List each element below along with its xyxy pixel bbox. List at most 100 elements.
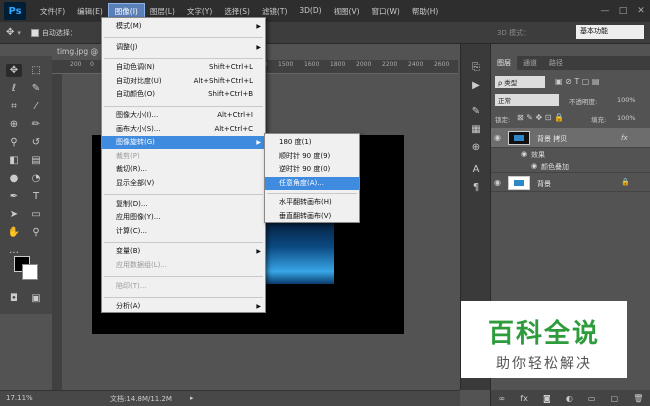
crop-tool-icon[interactable]: ⌗ [6, 100, 22, 113]
layers-footer-icon[interactable]: ▭ [588, 394, 596, 403]
layers-footer-icon[interactable]: ◙ [543, 394, 551, 403]
lasso-tool-icon[interactable]: ℓ [6, 82, 22, 95]
menu-item[interactable]: 应用图像(Y)... [102, 211, 265, 224]
layers-footer-icon[interactable]: ▢ [611, 394, 619, 403]
history-brush-tool-icon[interactable]: ↺ [28, 136, 44, 149]
paragraph-icon[interactable]: ¶ [467, 182, 485, 196]
fx-badge[interactable]: fx [621, 134, 628, 142]
menu-item[interactable]: 图像旋转(G) ▶ [102, 136, 265, 150]
eyedropper-tool-icon[interactable]: ⁄ [28, 100, 44, 113]
menu-item[interactable]: 图像大小(I)... Alt+Ctrl+I [102, 109, 265, 122]
menu-item[interactable]: 裁切(R)... [102, 163, 265, 176]
quick-select-tool-icon[interactable]: ✎ [28, 82, 44, 95]
blend-mode-select[interactable]: 正常 [495, 94, 559, 106]
menu-item[interactable]: 顺时针 90 度(9) [265, 150, 359, 163]
marquee-tool-icon[interactable]: ⬚ [28, 64, 44, 77]
menu-item[interactable]: 自动对比度(U) Alt+Shift+Ctrl+L [102, 75, 265, 88]
layers-footer-icon[interactable]: ∞ [499, 394, 506, 403]
stamp-tool-icon[interactable]: ⚲ [6, 136, 22, 149]
layers-footer-icon[interactable]: ◐ [566, 394, 573, 403]
actions-icon[interactable]: ▶ [467, 80, 485, 94]
effect-eye-icon[interactable]: ◉ [531, 162, 537, 170]
auto-select-checkbox[interactable] [30, 28, 39, 37]
menu-item-label: 计算(C)... [116, 226, 148, 235]
panel-tabs: 图层 通道 路径 [491, 56, 650, 70]
gradient-tool-icon[interactable]: ▤ [28, 154, 44, 167]
hand-tool-icon[interactable]: ✋ [6, 226, 22, 239]
menu-item[interactable]: 模式(M) ▶ [102, 20, 265, 33]
menu-item[interactable]: 调整(J) ▶ [102, 41, 265, 54]
layers-footer-icon[interactable]: 🗑 [633, 394, 643, 403]
workspace-select[interactable]: 基本功能 [576, 25, 644, 39]
filter-icons[interactable]: ▣ ⊘ T ▢ ▤ [555, 77, 599, 86]
close-button[interactable]: ✕ [632, 6, 650, 16]
chevron-right-icon[interactable]: ▸ [190, 394, 194, 402]
menu-item[interactable]: 任意角度(A)... [265, 176, 359, 190]
brush-settings-icon[interactable]: ✎ [467, 106, 485, 120]
menu-separator [104, 57, 263, 59]
menu-0[interactable]: 文件(F) [34, 4, 71, 19]
menu-item[interactable]: 变量(B) ▶ [102, 245, 265, 258]
history-icon[interactable]: ⎘ [467, 62, 485, 76]
menu-item[interactable]: 垂直翻转画布(V) [265, 210, 359, 223]
zoom-tool-icon[interactable]: ⚲ [28, 226, 44, 239]
menu-item[interactable]: 自动色调(N) Shift+Ctrl+L [102, 61, 265, 74]
document-tab[interactable]: timg.jpg @ [52, 44, 104, 60]
brush-presets-icon[interactable]: ▦ [467, 124, 485, 138]
menu-item[interactable]: 自动颜色(O) Shift+Ctrl+B [102, 88, 265, 101]
tab-layers[interactable]: 图层 [491, 56, 517, 70]
menu-item[interactable]: 复制(D)... [102, 198, 265, 211]
menu-separator [104, 37, 263, 39]
layer-background[interactable]: ◉ 背景 🔒 [491, 172, 650, 192]
menu-item-label: 裁切(R)... [116, 165, 148, 174]
character-icon[interactable]: A [467, 164, 485, 178]
rectangle-tool-icon[interactable]: ▭ [28, 208, 44, 221]
tab-paths[interactable]: 路径 [543, 56, 569, 70]
path-select-tool-icon[interactable]: ➤ [6, 208, 22, 221]
menu-item[interactable]: 逆时针 90 度(0) [265, 163, 359, 176]
chevron-down-icon[interactable]: ▾ [17, 29, 21, 37]
menu-10[interactable]: 帮助(H) [406, 4, 445, 19]
brush-tool-icon[interactable]: ✏ [28, 118, 44, 131]
menu-8[interactable]: 视图(V) [328, 4, 366, 19]
opacity-value[interactable]: 100% [617, 96, 636, 104]
document-size: 文档:14.8M/11.2M [110, 395, 172, 403]
menu-shortcut: Shift+Ctrl+B [208, 90, 253, 99]
move-tool-icon[interactable]: ✥ [6, 64, 22, 77]
type-tool-icon[interactable]: T [28, 190, 44, 203]
menu-item[interactable]: 180 度(1) [265, 136, 359, 149]
tab-channels[interactable]: 通道 [517, 56, 543, 70]
menu-7[interactable]: 3D(D) [293, 4, 327, 19]
menu-9[interactable]: 窗口(W) [366, 4, 406, 19]
quick-mask-icon[interactable]: ◘ [6, 292, 22, 305]
background-color-swatch[interactable] [22, 264, 38, 280]
visibility-eye-icon[interactable]: ◉ [494, 133, 501, 142]
clone-source-icon[interactable]: ⊕ [467, 142, 485, 156]
menu-item[interactable]: 分析(A) ▶ [102, 300, 265, 313]
dodge-tool-icon[interactable]: ◔ [28, 172, 44, 185]
effect-color-overlay[interactable]: 颜色叠加 [541, 162, 569, 172]
ruler-tick: 1500 [278, 61, 294, 68]
maximize-button[interactable]: □ [614, 6, 632, 16]
layers-footer-icon[interactable]: fx [520, 394, 528, 403]
menu-item[interactable]: 计算(C)... [102, 225, 265, 238]
zoom-level[interactable]: 17.11% [6, 394, 33, 402]
visibility-eye-icon[interactable]: ◉ [494, 178, 501, 187]
menu-item[interactable]: 画布大小(S)... Alt+Ctrl+C [102, 123, 265, 136]
layer-name: 背景 [537, 180, 551, 188]
effects-eye-icon[interactable]: ◉ [521, 150, 527, 158]
menu-item[interactable]: 水平翻转画布(H) [265, 196, 359, 209]
lock-icons[interactable]: ⊠ ✎ ✥ ⊡ 🔒 [517, 113, 564, 122]
eraser-tool-icon[interactable]: ◧ [6, 154, 22, 167]
blur-tool-icon[interactable]: ● [6, 172, 22, 185]
healing-tool-icon[interactable]: ⊕ [6, 118, 22, 131]
menu-item-label: 任意角度(A)... [279, 178, 324, 187]
layer-kind-filter[interactable]: ρ 类型 [495, 76, 545, 88]
screen-mode-icon[interactable]: ▣ [28, 292, 44, 305]
fill-value[interactable]: 100% [617, 114, 636, 122]
menu-item[interactable]: 显示全部(V) [102, 177, 265, 190]
layer-background-copy[interactable]: ◉ 背景 拷贝 fx [491, 128, 650, 148]
pen-tool-icon[interactable]: ✒ [6, 190, 22, 203]
move-tool-icon[interactable]: ✥ [6, 27, 14, 38]
minimize-button[interactable]: — [596, 6, 614, 16]
